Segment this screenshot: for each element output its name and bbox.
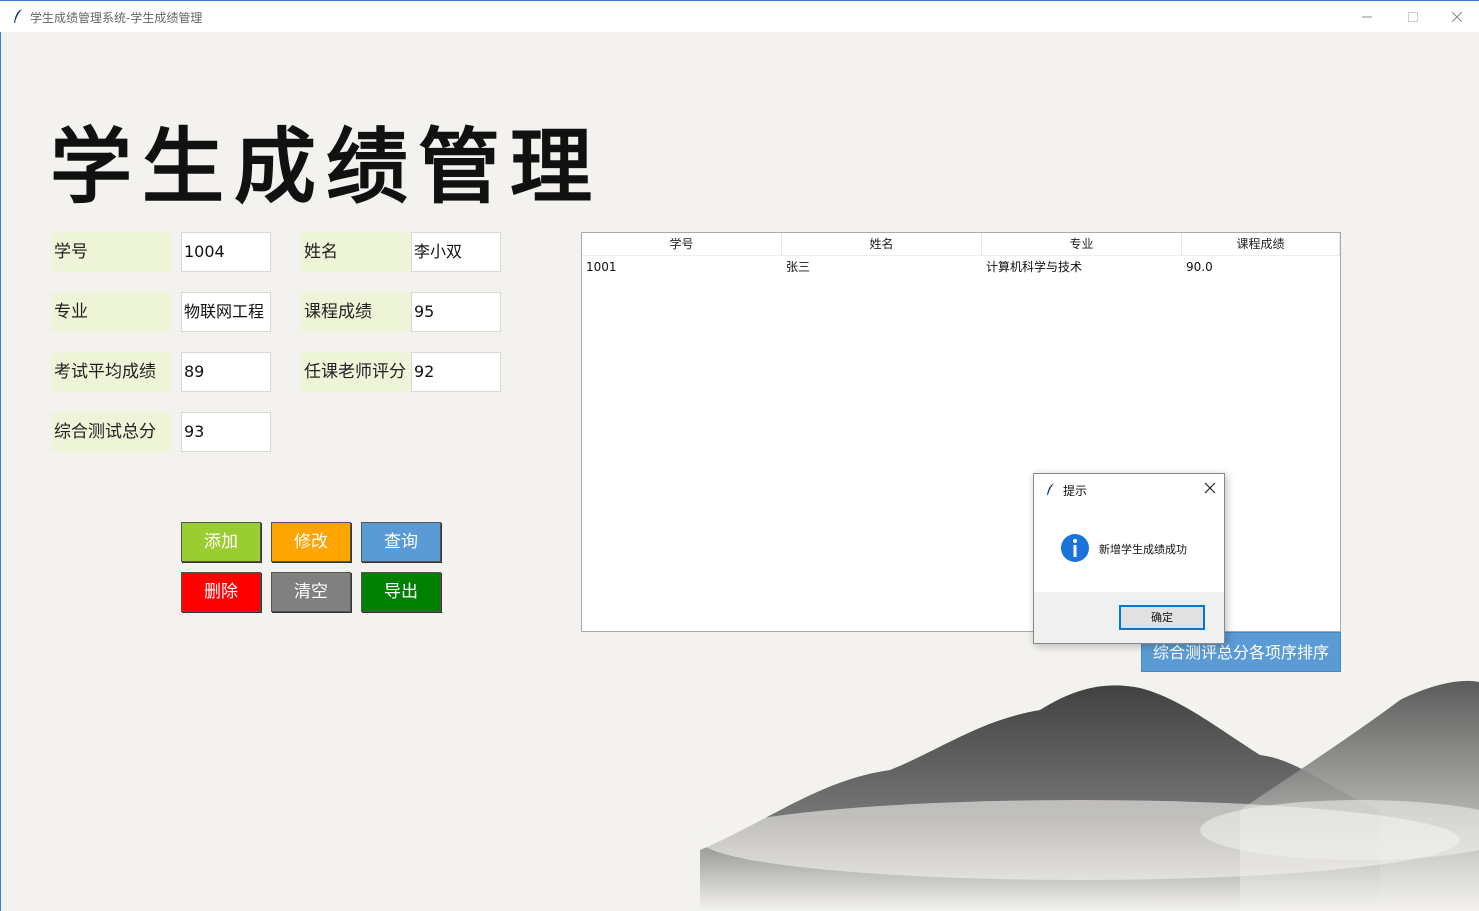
minimize-icon[interactable] xyxy=(1344,1,1390,33)
course-score-input[interactable]: 95 xyxy=(411,292,501,332)
cell-major: 计算机科学与技术 xyxy=(986,260,1083,274)
teacher-score-label: 任课老师评分 xyxy=(301,352,411,392)
feather-icon xyxy=(14,9,22,23)
info-icon xyxy=(1061,534,1089,562)
table-header: 学号 姓名 专业 课程成绩 xyxy=(582,233,1340,256)
exam-avg-input[interactable]: 89 xyxy=(181,352,271,392)
column-header-student-id[interactable]: 学号 xyxy=(582,233,782,255)
ink-mountains-image xyxy=(700,680,1479,911)
window-title: 学生成绩管理系统-学生成绩管理 xyxy=(30,11,203,25)
major-label: 专业 xyxy=(51,292,171,332)
cell-student-id: 1001 xyxy=(586,260,617,274)
name-label: 姓名 xyxy=(301,232,411,272)
column-header-name[interactable]: 姓名 xyxy=(782,233,982,255)
delete-button[interactable]: 删除 xyxy=(181,572,261,612)
edit-button[interactable]: 修改 xyxy=(271,522,351,562)
ok-button[interactable]: 确定 xyxy=(1119,605,1205,630)
window-titlebar: 学生成绩管理系统-学生成绩管理 xyxy=(0,0,1479,32)
dialog-titlebar: 提示 xyxy=(1034,474,1224,504)
feather-icon xyxy=(1047,483,1054,495)
cell-course-score: 90.0 xyxy=(1186,260,1213,274)
info-dialog: 提示 新增学生成绩成功 确定 xyxy=(1033,473,1225,644)
close-icon[interactable] xyxy=(1202,480,1218,496)
student-id-input[interactable]: 1004 xyxy=(181,232,271,272)
export-button[interactable]: 导出 xyxy=(361,572,441,612)
dialog-footer: 确定 xyxy=(1034,592,1224,643)
student-id-label: 学号 xyxy=(51,232,171,272)
course-score-label: 课程成绩 xyxy=(301,292,411,332)
total-score-label: 综合测试总分 xyxy=(51,412,171,452)
window-border xyxy=(0,32,1,911)
add-button[interactable]: 添加 xyxy=(181,522,261,562)
table-row[interactable]: 1001 张三 计算机科学与技术 90.0 xyxy=(582,256,1340,278)
column-header-course-score[interactable]: 课程成绩 xyxy=(1182,233,1340,255)
page-title: 学生成绩管理 xyxy=(50,119,603,215)
close-icon[interactable] xyxy=(1434,1,1479,33)
score-table[interactable]: 学号 姓名 专业 课程成绩 1001 张三 计算机科学与技术 90.0 xyxy=(581,232,1341,632)
dialog-title: 提示 xyxy=(1063,484,1088,498)
cell-name: 张三 xyxy=(786,260,811,274)
clear-button[interactable]: 清空 xyxy=(271,572,351,612)
teacher-score-input[interactable]: 92 xyxy=(411,352,501,392)
query-button[interactable]: 查询 xyxy=(361,522,441,562)
exam-avg-label: 考试平均成绩 xyxy=(51,352,171,392)
column-header-major[interactable]: 专业 xyxy=(982,233,1182,255)
total-score-input[interactable]: 93 xyxy=(181,412,271,452)
dialog-message: 新增学生成绩成功 xyxy=(1099,543,1187,556)
maximize-icon[interactable] xyxy=(1390,1,1436,33)
major-input[interactable]: 物联网工程 xyxy=(181,292,271,332)
name-input[interactable]: 李小双 xyxy=(411,232,501,272)
